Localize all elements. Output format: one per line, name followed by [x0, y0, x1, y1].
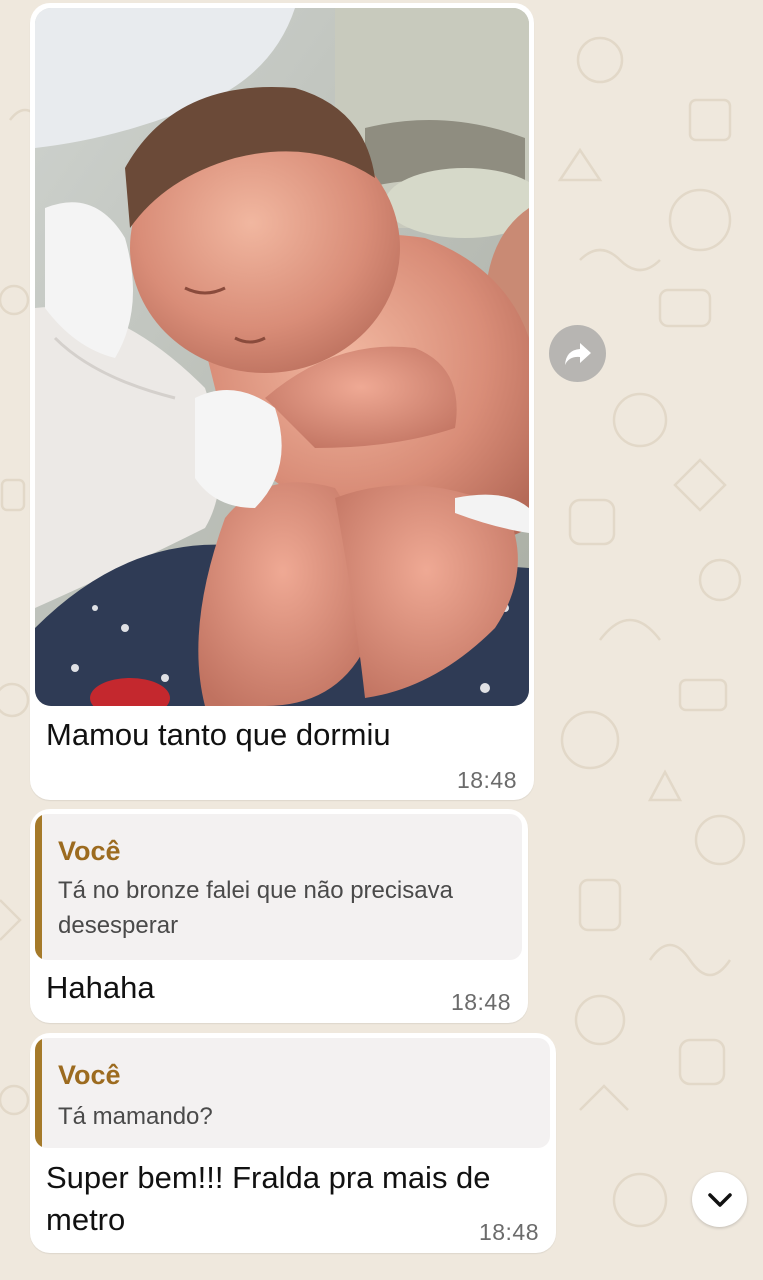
message-time: 18:48 [478, 1219, 539, 1245]
quoted-message[interactable]: Você Tá no bronze falei que não precisav… [35, 814, 522, 960]
quote-author: Você [58, 836, 121, 866]
image-caption: Mamou tanto que dormiu [46, 717, 391, 752]
chevron-down-icon [707, 1192, 732, 1207]
image-message-bubble[interactable]: Mamou tanto que dormiu 18:48 [30, 3, 534, 800]
quote-text: Tá mamando? [58, 1103, 213, 1130]
forward-button[interactable] [549, 325, 606, 382]
message-text: Super bem!!! Fralda pra mais de metro [46, 1160, 491, 1237]
quote-accent-bar [35, 1038, 42, 1148]
quoted-message[interactable]: Você Tá mamando? [35, 1038, 550, 1148]
message-time: 18:48 [456, 767, 517, 793]
quote-author: Você [58, 1060, 121, 1090]
baby-photo[interactable] [35, 8, 529, 706]
reply-message-bubble[interactable]: Você Tá mamando? Super bem!!! Fralda pra… [30, 1033, 556, 1253]
forward-arrow-icon [564, 342, 591, 365]
reply-message-bubble[interactable]: Você Tá no bronze falei que não precisav… [30, 809, 528, 1023]
scroll-to-bottom-button[interactable] [692, 1172, 747, 1227]
message-time: 18:48 [450, 989, 511, 1015]
quote-accent-bar [35, 814, 42, 960]
baby-photo-illustration [35, 8, 529, 706]
quote-text: Tá no bronze falei que não precisava des… [58, 877, 453, 939]
message-text: Hahaha [46, 970, 155, 1005]
